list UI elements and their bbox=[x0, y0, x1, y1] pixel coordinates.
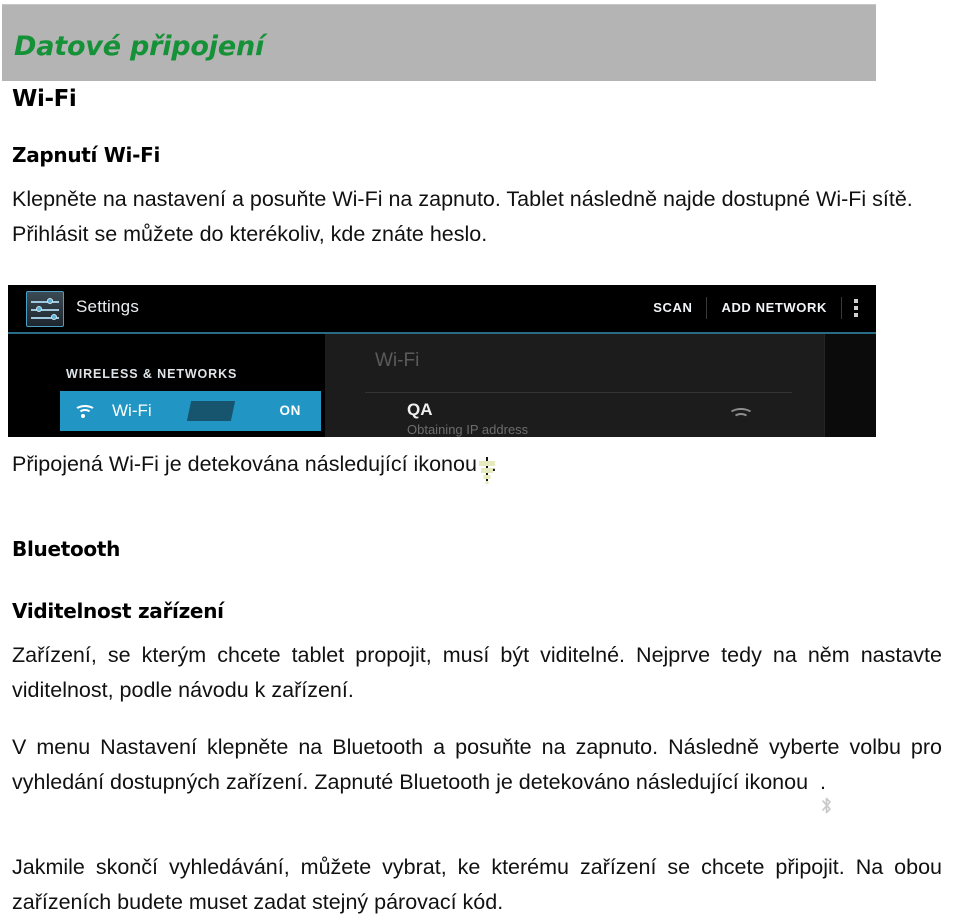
heading-bluetooth: Bluetooth bbox=[12, 537, 121, 561]
paragraph-bluetooth-pairing: Jakmile skončí vyhledávání, můžete vybra… bbox=[12, 855, 942, 914]
android-settings-screenshot: Settings SCAN ADD NETWORK WIRELESS & NET… bbox=[8, 285, 876, 437]
paragraph-bluetooth-enable-period: . bbox=[820, 770, 827, 794]
screenshot-content-panel: Wi-Fi QA Obtaining IP address bbox=[325, 334, 824, 437]
add-network-button[interactable]: ADD NETWORK bbox=[707, 297, 842, 319]
content-divider bbox=[365, 392, 792, 393]
scan-button[interactable]: SCAN bbox=[639, 297, 708, 319]
wifi-toggle-knob bbox=[186, 401, 236, 421]
sidebar-section-label: WIRELESS & NETWORKS bbox=[66, 367, 238, 381]
wifi-toggle-switch[interactable]: ON bbox=[186, 401, 307, 421]
paragraph-bluetooth-enable-text: V menu Nastavení klepněte na Bluetooth a… bbox=[12, 735, 942, 794]
caption-wifi-icon-text: Připojená Wi-Fi je detekována následujíc… bbox=[12, 452, 477, 476]
screenshot-top-bar: Settings SCAN ADD NETWORK bbox=[8, 285, 876, 334]
paragraph-wifi-intro: Klepněte na nastavení a posuňte Wi-Fi na… bbox=[12, 187, 913, 246]
wifi-signal-strength-icon bbox=[478, 453, 495, 488]
paragraph-bluetooth-visibility: Zařízení, se kterým chcete tablet propoj… bbox=[12, 643, 942, 702]
network-list-item-status: Obtaining IP address bbox=[407, 422, 529, 437]
sidebar-item-wifi[interactable]: Wi-Fi ON bbox=[60, 391, 321, 431]
network-list-item-name[interactable]: QA bbox=[407, 400, 433, 420]
subheading-viditelnost-zarizeni: Viditelnost zařízení bbox=[12, 599, 224, 623]
paragraph-bluetooth-enable: V menu Nastavení klepněte na Bluetooth a… bbox=[12, 730, 942, 814]
subheading-zapnuti-wifi: Zapnutí Wi-Fi bbox=[12, 143, 161, 167]
screenshot-app-title: Settings bbox=[76, 297, 140, 316]
page-banner: Datové připojení bbox=[2, 4, 876, 81]
wifi-signal-icon bbox=[728, 408, 754, 426]
sidebar-item-wifi-label: Wi-Fi bbox=[112, 401, 152, 420]
screenshot-sidebar: WIRELESS & NETWORKS Wi-Fi ON bbox=[8, 334, 321, 437]
overflow-menu-icon[interactable] bbox=[842, 299, 870, 317]
heading-wifi: Wi-Fi bbox=[12, 86, 77, 112]
wifi-icon bbox=[74, 403, 96, 419]
screenshot-right-gutter bbox=[824, 334, 876, 437]
content-panel-title: Wi-Fi bbox=[375, 350, 420, 371]
caption-wifi-icon: Připojená Wi-Fi je detekována následujíc… bbox=[12, 447, 937, 488]
wifi-toggle-state-label: ON bbox=[279, 403, 301, 418]
settings-sliders-icon bbox=[26, 291, 64, 327]
screenshot-action-bar: SCAN ADD NETWORK bbox=[639, 296, 870, 320]
page-title: Datové připojení bbox=[14, 31, 265, 62]
